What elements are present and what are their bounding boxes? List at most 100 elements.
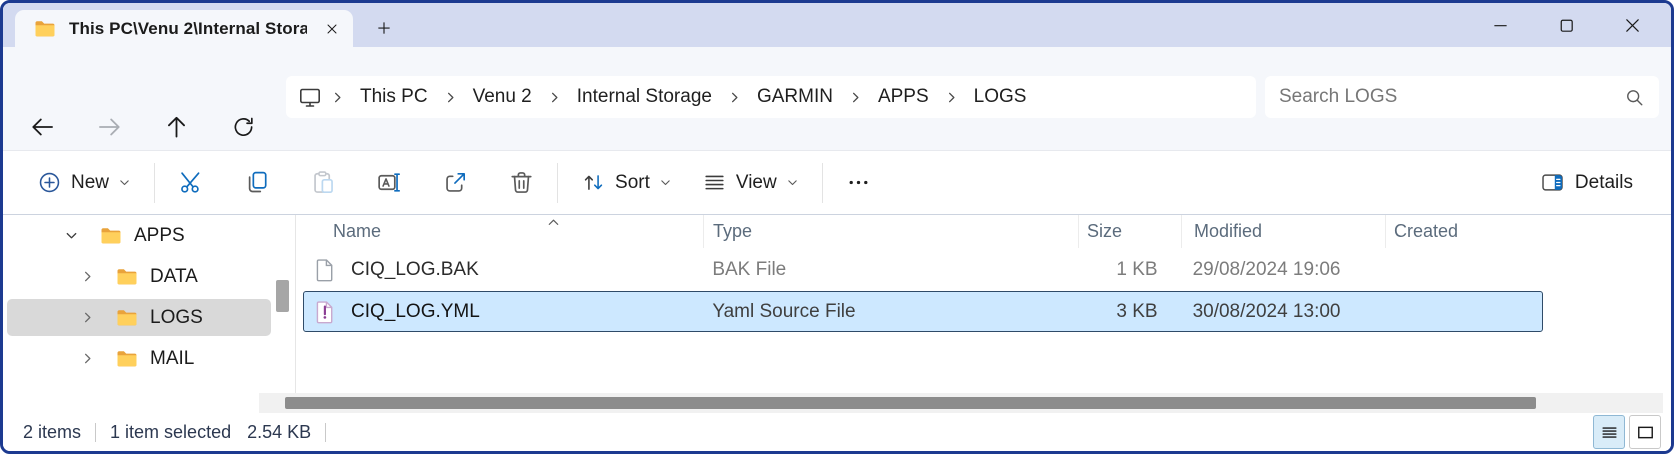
file-name: CIQ_LOG.BAK	[351, 259, 479, 281]
plus-circle-icon	[37, 170, 62, 195]
paste-icon	[310, 169, 337, 196]
close-window-button[interactable]	[1599, 3, 1665, 47]
horizontal-scrollbar-thumb[interactable]	[285, 397, 1536, 409]
file-created	[1384, 292, 1542, 331]
chevron-right-icon[interactable]	[443, 90, 458, 105]
chevron-down-icon	[659, 176, 672, 189]
file-row-ciq-log-bak[interactable]: CIQ_LOG.BAK BAK File 1 KB 29/08/2024 19:…	[303, 249, 1543, 290]
toolbar-divider	[557, 163, 558, 203]
view-lines-icon	[702, 170, 727, 195]
details-panel-icon	[1540, 170, 1565, 195]
breadcrumb-venu-2[interactable]: Venu 2	[466, 86, 539, 108]
chevron-right-icon[interactable]	[547, 90, 562, 105]
chevron-down-icon	[786, 176, 799, 189]
chevron-right-icon[interactable]	[727, 90, 742, 105]
details-button-label: Details	[1575, 172, 1633, 194]
minimize-button[interactable]	[1467, 3, 1533, 47]
chevron-right-icon[interactable]	[848, 90, 863, 105]
thumbnail-view-toggle[interactable]	[1629, 415, 1661, 449]
sidebar-item-mail[interactable]: MAIL	[3, 338, 295, 379]
address-bar[interactable]: This PC Venu 2 Internal Storage GARMIN A…	[286, 76, 1256, 118]
delete-button[interactable]	[500, 163, 542, 203]
sidebar-scrollbar-thumb[interactable]	[276, 280, 289, 312]
sort-button[interactable]: Sort	[573, 164, 680, 201]
view-button[interactable]: View	[694, 164, 807, 201]
column-header-modified[interactable]: Modified	[1181, 215, 1385, 248]
details-view-toggle[interactable]	[1593, 415, 1625, 449]
status-bar: 2 items 1 item selected 2.54 KB	[3, 413, 1671, 451]
tab-title: This PC\Venu 2\Internal Storag	[69, 19, 307, 39]
thumbnail-rect-icon	[1636, 423, 1655, 442]
chevron-right-icon[interactable]	[944, 90, 959, 105]
minimize-icon	[1490, 15, 1511, 36]
file-explorer-window: This PC\Venu 2\Internal Storag	[0, 0, 1674, 454]
breadcrumb-garmin[interactable]: GARMIN	[750, 86, 840, 108]
up-button[interactable]	[163, 114, 190, 141]
chevron-right-icon[interactable]	[79, 351, 95, 367]
folder-icon	[115, 347, 139, 371]
breadcrumb-internal-storage[interactable]: Internal Storage	[570, 86, 719, 108]
horizontal-scrollbar[interactable]	[259, 393, 1663, 413]
status-divider	[325, 423, 326, 442]
view-toggle-group	[1593, 415, 1661, 449]
new-button[interactable]: New	[29, 164, 139, 201]
file-row-ciq-log-yml[interactable]: CIQ_LOG.YML Yaml Source File 3 KB 30/08/…	[303, 291, 1543, 332]
share-icon	[442, 169, 469, 196]
file-type: BAK File	[703, 250, 1077, 289]
column-header-name[interactable]: Name	[303, 215, 703, 248]
cut-button[interactable]	[170, 163, 212, 203]
refresh-button[interactable]	[230, 114, 257, 141]
forward-button[interactable]	[96, 114, 123, 141]
blank-file-icon	[312, 257, 338, 283]
command-toolbar: New Sort	[3, 150, 1671, 215]
pane-splitter[interactable]	[295, 215, 296, 413]
column-header-type[interactable]: Type	[703, 215, 1078, 248]
sidebar-item-label: APPS	[134, 225, 185, 247]
paste-button[interactable]	[302, 163, 344, 203]
sidebar-item-apps[interactable]: APPS	[3, 215, 295, 256]
rename-icon	[376, 169, 403, 196]
explorer-tab[interactable]: This PC\Venu 2\Internal Storag	[15, 10, 353, 47]
chevron-right-icon[interactable]	[330, 90, 345, 105]
new-tab-button[interactable]	[371, 15, 397, 41]
sidebar-item-logs[interactable]: LOGS	[3, 297, 295, 338]
status-divider	[95, 423, 96, 442]
rename-button[interactable]	[368, 163, 410, 203]
column-header-size[interactable]: Size	[1078, 215, 1181, 248]
sidebar-item-label: MAIL	[150, 348, 194, 370]
file-size: 1 KB	[1078, 250, 1181, 289]
new-button-label: New	[71, 172, 109, 194]
breadcrumb-apps[interactable]: APPS	[871, 86, 936, 108]
sidebar-item-label: DATA	[150, 266, 198, 288]
folder-icon	[33, 17, 57, 41]
search-input[interactable]	[1279, 86, 1624, 108]
exclamation-file-icon	[312, 299, 338, 325]
chevron-right-icon[interactable]	[79, 310, 95, 326]
breadcrumb-logs[interactable]: LOGS	[967, 86, 1034, 108]
titlebar: This PC\Venu 2\Internal Storag	[3, 3, 1671, 47]
tab-close-button[interactable]	[319, 16, 345, 42]
more-ellipsis-icon	[846, 170, 871, 195]
breadcrumb-this-pc[interactable]: This PC	[353, 86, 435, 108]
sidebar-item-data[interactable]: DATA	[3, 256, 295, 297]
details-pane-button[interactable]: Details	[1532, 164, 1641, 201]
refresh-icon	[231, 115, 256, 140]
chevron-down-icon[interactable]	[63, 228, 79, 244]
forward-icon	[96, 114, 123, 141]
file-list: Name Type Size Modified Created CIQ_LOG.…	[303, 215, 1671, 393]
plus-icon	[375, 19, 393, 37]
file-name: CIQ_LOG.YML	[351, 301, 480, 323]
folder-icon	[115, 306, 139, 330]
content-area: APPS DATA LOGS	[3, 215, 1671, 413]
maximize-button[interactable]	[1533, 3, 1599, 47]
copy-button[interactable]	[236, 163, 278, 203]
more-options-button[interactable]	[838, 163, 880, 203]
search-box	[1265, 76, 1659, 118]
back-button[interactable]	[29, 114, 56, 141]
nav-arrows	[29, 114, 257, 141]
toolbar-divider	[154, 163, 155, 203]
column-header-created[interactable]: Created	[1385, 215, 1543, 248]
chevron-right-icon[interactable]	[79, 269, 95, 285]
share-button[interactable]	[434, 163, 476, 203]
sort-arrows-icon	[581, 170, 606, 195]
